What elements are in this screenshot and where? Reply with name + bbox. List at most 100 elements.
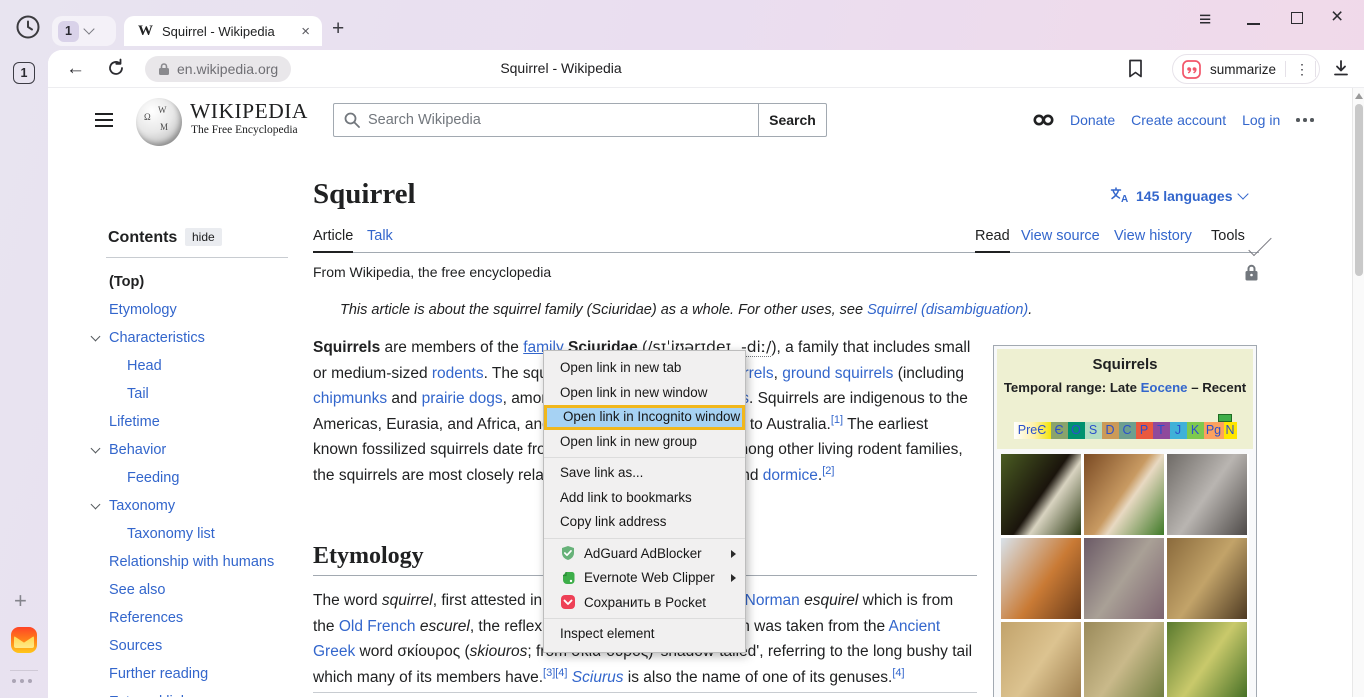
inline-link[interactable]: Eocene [1141,380,1188,395]
timeline-period-k[interactable]: K [1187,422,1204,439]
fox-squirrel-photo[interactable] [1001,538,1081,619]
menu-item-сохранить-в-pocket[interactable]: Сохранить в Pocket [544,591,745,616]
timeline-period-j[interactable]: J [1170,422,1187,439]
languages-count[interactable]: 145 languages [1136,188,1233,204]
summarize-more-icon[interactable]: ⋮ [1295,61,1309,78]
timeline-period-s[interactable]: S [1085,422,1102,439]
tab-tools[interactable]: Tools [1211,228,1245,253]
browser-menu-icon[interactable]: ≡ [1199,8,1211,32]
yandex-mail-icon[interactable] [11,627,37,653]
timeline-period-t[interactable]: T [1153,422,1170,439]
address-page-title[interactable]: Squirrel - Wikipedia [461,60,661,76]
new-tab-button[interactable]: + [332,17,344,41]
menu-item-open-link-in-new-group[interactable]: Open link in new group [544,430,745,455]
inline-link[interactable]: ground squirrels [782,365,893,382]
toc-item-relationship-with-humans[interactable]: Relationship with humans [109,548,319,576]
page-scrollbar[interactable] [1352,88,1364,697]
wikipedia-wordmark[interactable]: WIKIPEDIA [190,99,308,124]
tab-group-pill[interactable]: 1 [52,16,116,46]
tab-view-history[interactable]: View history [1114,228,1192,253]
sidebar-add-icon[interactable]: + [14,588,27,614]
inline-link[interactable]: dormice [763,467,818,484]
toc-item-taxonomy-list[interactable]: Taxonomy list [109,520,319,548]
standing-ground-squirrels-photo[interactable] [1001,622,1081,697]
timeline-period-o[interactable]: O [1068,422,1085,439]
search-button[interactable]: Search [758,103,827,137]
chevron-down-icon[interactable] [91,500,101,510]
tab-view-source[interactable]: View source [1021,228,1100,253]
menu-item-evernote-web-clipper[interactable]: Evernote Web Clipper [544,566,745,591]
timeline-period-є[interactable]: Є [1051,422,1068,439]
menu-item-inspect-element[interactable]: Inspect element [544,622,745,647]
menu-item-copy-link-address[interactable]: Copy link address [544,510,745,535]
login-link[interactable]: Log in [1242,112,1280,128]
toc-item-head[interactable]: Head [109,352,319,380]
hamburger-menu-icon[interactable] [95,113,113,127]
menu-item-open-link-in-incognito-window[interactable]: Open link in Incognito window [544,405,745,430]
timeline-period-d[interactable]: D [1102,422,1119,439]
ground-squirrel-photo[interactable] [1084,538,1164,619]
inline-link[interactable]: Old French [339,618,416,635]
scrollbar-thumb[interactable] [1355,104,1363,276]
chevron-down-icon[interactable] [91,332,101,342]
marmot-pair-photo[interactable] [1084,622,1164,697]
summarize-button[interactable]: summarize ⋮ [1172,54,1320,84]
toc-item-taxonomy[interactable]: Taxonomy [109,492,319,520]
menu-item-add-link-to-bookmarks[interactable]: Add link to bookmarks [544,486,745,511]
tab-article[interactable]: Article [313,228,353,253]
toc-item-feeding[interactable]: Feeding [109,464,319,492]
black-giant-squirrel-photo[interactable] [1001,454,1081,535]
downloads-icon[interactable] [1331,58,1351,78]
toc-item-tail[interactable]: Tail [109,380,319,408]
sidebar-more-icon[interactable] [12,679,32,683]
toc-item-characteristics[interactable]: Characteristics [109,324,319,352]
gray-squirrel-photo[interactable] [1167,454,1247,535]
wikipedia-globe-logo[interactable]: ΩWM [136,98,182,146]
bookmark-flag-icon[interactable] [1128,59,1143,78]
timeline-period-pg[interactable]: Pg [1204,422,1224,439]
menu-item-save-link-as-[interactable]: Save link as... [544,461,745,486]
donate-link[interactable]: Donate [1070,112,1115,128]
chipmunk-photo[interactable] [1084,454,1164,535]
menu-item-adguard-adblocker[interactable]: AdGuard AdBlocker [544,542,745,567]
prairie-dog-pair-photo[interactable] [1167,622,1247,697]
toc-item--top-[interactable]: (Top) [109,268,319,296]
toc-item-references[interactable]: References [109,604,319,632]
chevron-down-icon[interactable] [1248,233,1271,256]
scroll-up-arrow[interactable] [1355,93,1363,99]
chevron-down-icon[interactable] [1237,188,1248,199]
toc-item-see-also[interactable]: See also [109,576,319,604]
inline-link[interactable]: prairie dogs [422,390,503,407]
menu-item-open-link-in-new-window[interactable]: Open link in new window [544,381,745,406]
tab-close-icon[interactable]: × [299,23,312,40]
history-clock-icon[interactable] [15,14,41,40]
inline-link[interactable]: Squirrel (disambiguation) [867,302,1028,318]
timeline-period-p[interactable]: P [1136,422,1153,439]
back-button[interactable]: ← [66,58,85,80]
toc-item-external-links[interactable]: External links [109,688,319,697]
toc-item-behavior[interactable]: Behavior [109,436,319,464]
minimize-button[interactable] [1247,23,1260,25]
window-close-button[interactable]: × [1331,5,1343,29]
reload-button[interactable] [106,58,126,78]
rock-squirrel-photo[interactable] [1167,538,1247,619]
tab-count-badge[interactable]: 1 [13,62,35,84]
maximize-button[interactable] [1291,12,1303,24]
tab-squirrel-wikipedia[interactable]: W Squirrel - Wikipedia × [124,16,322,46]
chevron-down-icon[interactable] [83,23,94,34]
toc-item-sources[interactable]: Sources [109,632,319,660]
create-account-link[interactable]: Create account [1131,112,1226,128]
toc-item-further-reading[interactable]: Further reading [109,660,319,688]
tab-read[interactable]: Read [975,228,1010,253]
inline-link[interactable]: rodents [432,365,484,382]
timeline-period-n[interactable]: N [1224,422,1237,439]
search-input[interactable] [368,112,748,128]
toc-item-lifetime[interactable]: Lifetime [109,408,319,436]
inline-link[interactable]: Sciurus [572,669,624,686]
contents-hide-button[interactable]: hide [185,228,222,246]
languages-button[interactable]: A 145 languages [1110,187,1247,204]
inline-link[interactable]: chipmunks [313,390,387,407]
site-identity-pill[interactable]: en.wikipedia.org [145,56,291,82]
timeline-period-preє[interactable]: PreЄ [1014,422,1051,439]
tab-talk[interactable]: Talk [367,228,393,253]
